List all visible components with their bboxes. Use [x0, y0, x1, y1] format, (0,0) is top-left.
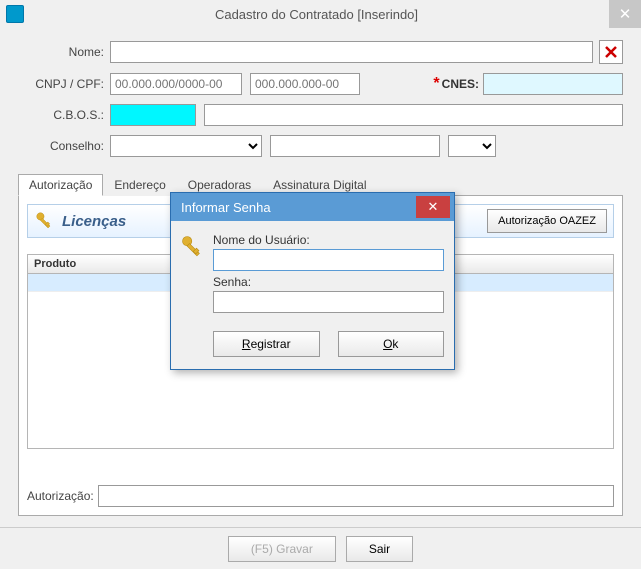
modal-pass-label: Senha: — [213, 275, 444, 289]
modal-ok-button[interactable]: Ok — [338, 331, 445, 357]
modal-titlebar: Informar Senha ✕ — [171, 193, 454, 221]
modal-register-button[interactable]: Registrar — [213, 331, 320, 357]
modal-title-text: Informar Senha — [181, 200, 271, 215]
password-modal: Informar Senha ✕ Nome do Usuário: Senha:… — [170, 192, 455, 370]
modal-pass-input[interactable] — [213, 291, 444, 313]
modal-close-button[interactable]: ✕ — [416, 196, 450, 218]
modal-user-input[interactable] — [213, 249, 444, 271]
key-icon — [179, 233, 207, 261]
modal-overlay: Informar Senha ✕ Nome do Usuário: Senha:… — [0, 0, 641, 569]
modal-key-icon-wrap — [179, 229, 213, 357]
modal-user-label: Nome do Usuário: — [213, 233, 444, 247]
